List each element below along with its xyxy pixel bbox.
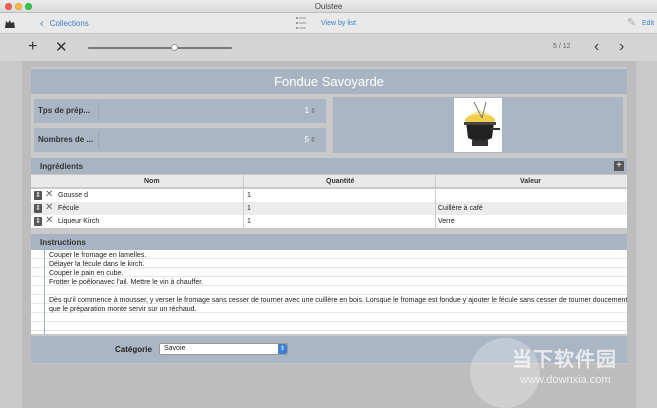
field-divider: [98, 131, 99, 149]
column-header-valeur[interactable]: Valeur: [520, 178, 541, 185]
delete-record-icon[interactable]: ✕: [55, 38, 68, 56]
add-record-icon[interactable]: +: [28, 38, 37, 56]
column-divider: [435, 175, 436, 228]
pencil-icon[interactable]: ✎: [627, 16, 636, 29]
title-bar: Ouistee: [0, 0, 657, 13]
prep-time-value: 1: [304, 106, 310, 115]
select-arrows-icon[interactable]: ⇕: [278, 344, 287, 354]
record-slider-thumb[interactable]: [170, 44, 178, 51]
instruction-line: que le préparation monte servir sur un r…: [49, 306, 197, 313]
servings-label: Nombres de ...: [38, 135, 94, 144]
table-row[interactable]: ⇕ ✕ Liqueur Kirch 1 Verre: [31, 215, 627, 228]
table-row[interactable]: ⇕ ✕ Gousse d 1: [31, 189, 627, 202]
recipe-title[interactable]: Fondue Savoyarde: [31, 69, 627, 94]
collections-label: Collections: [49, 19, 89, 28]
prep-time-label: Tps de prép...: [38, 106, 91, 115]
instruction-line: Délayer la fécule dans le kirch.: [49, 261, 145, 268]
instruction-line: Couper le fromage en lamelles.: [49, 252, 147, 259]
record-toolbar: + ✕ 5 / 12 ‹ ›: [0, 34, 657, 61]
ingredients-title: Ingrédients: [40, 162, 84, 171]
collections-back-button[interactable]: ‹ Collections: [40, 17, 89, 30]
margin-line: [44, 250, 45, 334]
watermark-url: www.downxia.com: [520, 374, 611, 386]
add-ingredient-icon[interactable]: +: [614, 161, 624, 171]
cell-valeur[interactable]: Cuillère à café: [438, 205, 483, 212]
record-pager: 5 / 12: [553, 43, 571, 50]
ingredients-header: Ingrédients +: [31, 158, 627, 174]
delete-row-icon[interactable]: ✕: [45, 189, 53, 200]
drag-handle-icon[interactable]: ⇕: [34, 204, 42, 213]
cat-logo-icon: [5, 20, 15, 28]
window-title: Ouistee: [314, 2, 343, 11]
column-header-nom[interactable]: Nom: [144, 178, 160, 185]
previous-record-icon[interactable]: ‹: [594, 38, 599, 56]
delete-row-icon[interactable]: ✕: [45, 215, 53, 226]
chevron-left-icon: ‹: [40, 18, 44, 30]
instructions-textarea[interactable]: Couper le fromage en lamelles. Délayer l…: [31, 250, 627, 334]
ingredients-column-header: Nom Quantité Valeur: [31, 175, 627, 188]
view-by-list-button[interactable]: View by list: [321, 20, 356, 27]
fondue-pot-image: [454, 98, 502, 152]
instructions-title: Instructions: [40, 238, 86, 247]
field-divider: [98, 102, 99, 120]
instruction-line: Dès qu'il commence à mousser, y verser l…: [49, 297, 627, 304]
edit-button[interactable]: Edit: [642, 20, 654, 27]
top-toolbar: ‹ Collections View by list ✎ Edit: [0, 13, 657, 34]
cell-nom[interactable]: Gousse d: [58, 192, 88, 199]
instruction-line: Frotter le poêlonavec l'ail. Mettre le v…: [49, 279, 204, 286]
delete-row-icon[interactable]: ✕: [45, 202, 53, 213]
cell-nom[interactable]: Fécule: [58, 205, 79, 212]
watermark-text: 当下软件园: [512, 349, 617, 371]
next-record-icon[interactable]: ›: [619, 38, 624, 56]
category-selected-value: Savoie: [164, 345, 186, 352]
instruction-line: Couper le pain en cube.: [49, 270, 124, 277]
cell-quantite[interactable]: 1: [247, 192, 251, 199]
category-label: Catégorie: [115, 345, 152, 354]
category-select[interactable]: Savoie ⇕: [159, 343, 288, 355]
drag-handle-icon[interactable]: ⇕: [34, 191, 42, 200]
column-divider: [243, 175, 244, 228]
cell-nom[interactable]: Liqueur Kirch: [58, 218, 99, 225]
stepper-icon[interactable]: ⇳: [310, 137, 316, 144]
servings-value: 5: [304, 135, 310, 144]
stepper-icon[interactable]: ⇳: [310, 108, 316, 115]
drag-handle-icon[interactable]: ⇕: [34, 217, 42, 226]
column-header-quantite[interactable]: Quantité: [326, 178, 354, 185]
servings-field[interactable]: Nombres de ... 5⇳: [34, 128, 326, 152]
prep-time-field[interactable]: Tps de prép... 1⇳: [34, 99, 326, 123]
record-slider-track[interactable]: [88, 47, 232, 49]
cell-quantite[interactable]: 1: [247, 205, 251, 212]
cell-quantite[interactable]: 1: [247, 218, 251, 225]
list-view-icon[interactable]: [296, 16, 306, 30]
table-row[interactable]: ⇕ ✕ Fécule 1 Cuillère à café: [31, 202, 627, 215]
instructions-header: Instructions: [31, 234, 627, 250]
cell-valeur[interactable]: Verre: [438, 218, 455, 225]
